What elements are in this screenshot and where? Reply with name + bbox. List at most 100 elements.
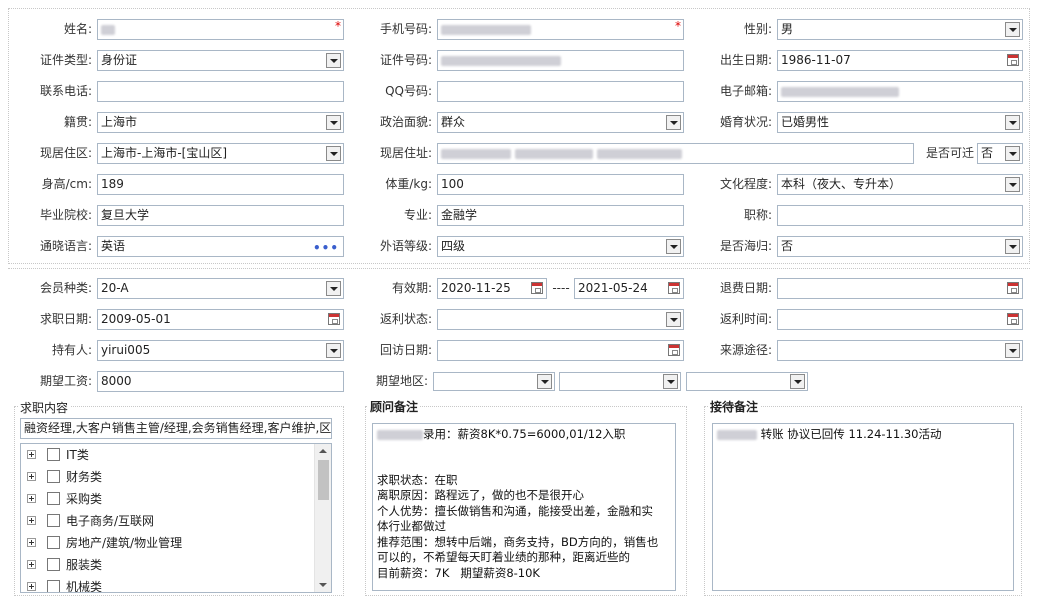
chevron-down-icon[interactable]	[326, 115, 341, 130]
advisor-notes-textarea[interactable]: 录用：薪资8K*0.75=6000,01/12入职 求职状态：在职 离职原因：路…	[372, 423, 676, 591]
valid-to-field[interactable]: 2021-05-24	[574, 278, 684, 299]
reception-notes-title: 接待备注	[708, 398, 761, 415]
valid-from-field[interactable]: 2020-11-25	[437, 278, 547, 299]
tree-item[interactable]: 财务类	[21, 466, 311, 488]
rebate-time-field[interactable]	[777, 309, 1023, 330]
calendar-icon[interactable]	[1007, 54, 1019, 66]
checkbox[interactable]	[47, 536, 60, 549]
checkbox[interactable]	[47, 448, 60, 461]
required-mark: *	[335, 19, 341, 33]
calendar-icon[interactable]	[328, 313, 340, 325]
chevron-down-icon[interactable]	[663, 374, 678, 389]
checkbox[interactable]	[47, 580, 60, 592]
foreign-select[interactable]: 四级	[437, 236, 684, 257]
chevron-down-icon[interactable]	[666, 115, 681, 130]
valid-from-value: 2020-11-25	[441, 281, 511, 295]
political-select[interactable]: 群众	[437, 112, 684, 133]
area-city-select[interactable]	[559, 372, 681, 391]
weight-field[interactable]: 100	[437, 174, 684, 195]
expand-icon[interactable]	[27, 560, 36, 569]
chevron-down-icon[interactable]	[666, 312, 681, 327]
tree-item[interactable]: 机械类	[21, 576, 311, 592]
tree-item[interactable]: 电子商务/互联网	[21, 510, 311, 532]
vertical-scrollbar[interactable]	[314, 444, 331, 592]
marital-select[interactable]: 已婚男性	[777, 112, 1023, 133]
checkbox[interactable]	[47, 470, 60, 483]
expand-icon[interactable]	[27, 582, 36, 591]
rebate-status-select[interactable]	[437, 309, 684, 330]
calendar-icon[interactable]	[1007, 313, 1019, 325]
title-field[interactable]	[777, 205, 1023, 226]
checkbox[interactable]	[47, 514, 60, 527]
checkbox[interactable]	[47, 492, 60, 505]
source-select[interactable]	[777, 340, 1023, 361]
calendar-icon[interactable]	[531, 282, 543, 294]
tree-item[interactable]: 服装类	[21, 554, 311, 576]
expand-icon[interactable]	[27, 450, 36, 459]
member-type-select[interactable]: 20-A	[97, 278, 344, 299]
major-field[interactable]: 金融学	[437, 205, 684, 226]
visit-date-field[interactable]	[437, 340, 684, 361]
area-district-select[interactable]	[686, 372, 808, 391]
tree-item[interactable]: IT类	[21, 444, 311, 466]
birth-date-field[interactable]: 1986-11-07	[777, 50, 1023, 71]
chevron-down-icon[interactable]	[1005, 146, 1020, 161]
weight-value: 100	[441, 177, 464, 191]
chevron-down-icon[interactable]	[326, 146, 341, 161]
contact-field[interactable]	[97, 81, 344, 102]
qq-field[interactable]	[437, 81, 684, 102]
scroll-thumb[interactable]	[318, 460, 329, 500]
name-field[interactable]: *	[97, 19, 344, 40]
idtype-select[interactable]: 身份证	[97, 50, 344, 71]
chevron-down-icon[interactable]	[1005, 343, 1020, 358]
expand-icon[interactable]	[27, 538, 36, 547]
region-select[interactable]: 上海市-上海市-[宝山区]	[97, 143, 344, 164]
height-field[interactable]: 189	[97, 174, 344, 195]
tree-item[interactable]: 采购类	[21, 488, 311, 510]
school-field[interactable]: 复旦大学	[97, 205, 344, 226]
returnee-select[interactable]: 否	[777, 236, 1023, 257]
idno-field[interactable]	[437, 50, 684, 71]
tree-item[interactable]: 房地产/建筑/物业管理	[21, 532, 311, 554]
chevron-down-icon[interactable]	[1005, 115, 1020, 130]
chevron-down-icon[interactable]	[326, 281, 341, 296]
education-select[interactable]: 本科（夜大、专升本）	[777, 174, 1023, 195]
chevron-down-icon[interactable]	[537, 374, 552, 389]
scroll-down-icon[interactable]	[319, 583, 327, 587]
expand-icon[interactable]	[27, 516, 36, 525]
scroll-up-icon[interactable]	[319, 449, 327, 453]
redacted-idno	[441, 55, 561, 66]
gender-select[interactable]: 男	[777, 19, 1023, 40]
calendar-icon[interactable]	[1007, 282, 1019, 294]
checkbox[interactable]	[47, 558, 60, 571]
calendar-icon[interactable]	[668, 344, 680, 356]
chevron-down-icon[interactable]	[666, 239, 681, 254]
phone-field[interactable]: *	[437, 19, 684, 40]
chevron-down-icon[interactable]	[1005, 22, 1020, 37]
chevron-down-icon[interactable]	[326, 53, 341, 68]
chevron-down-icon[interactable]	[326, 343, 341, 358]
language-field[interactable]: 英语 •••	[97, 236, 344, 257]
email-field[interactable]	[777, 81, 1023, 102]
salary-field[interactable]: 8000	[97, 371, 344, 392]
name-label: 姓名:	[63, 22, 92, 36]
area-province-select[interactable]	[433, 372, 555, 391]
address-field[interactable]	[437, 143, 914, 164]
qq-label: QQ号码:	[385, 84, 432, 98]
jobdate-field[interactable]: 2009-05-01	[97, 309, 344, 330]
job-category-tree[interactable]: IT类 财务类 采购类 电子商务/互联网 房地产/建筑/物业管理 服装类 机械类	[20, 443, 332, 593]
refund-date-field[interactable]	[777, 278, 1023, 299]
holder-select[interactable]: yirui005	[97, 340, 344, 361]
chevron-down-icon[interactable]	[1005, 239, 1020, 254]
reception-notes-textarea[interactable]: 转账 协议已回传 11.24-11.30活动	[712, 423, 1014, 591]
relocate-select[interactable]: 否	[977, 143, 1023, 164]
calendar-icon[interactable]	[668, 282, 680, 294]
birth-label: 出生日期:	[719, 53, 772, 67]
native-select[interactable]: 上海市	[97, 112, 344, 133]
expand-icon[interactable]	[27, 472, 36, 481]
chevron-down-icon[interactable]	[790, 374, 805, 389]
chevron-down-icon[interactable]	[1005, 177, 1020, 192]
job-content-summary[interactable]: 融资经理,大客户销售主管/经理,会务销售经理,客户维护,区	[20, 418, 332, 439]
expand-icon[interactable]	[27, 494, 36, 503]
more-icon[interactable]: •••	[313, 239, 339, 256]
